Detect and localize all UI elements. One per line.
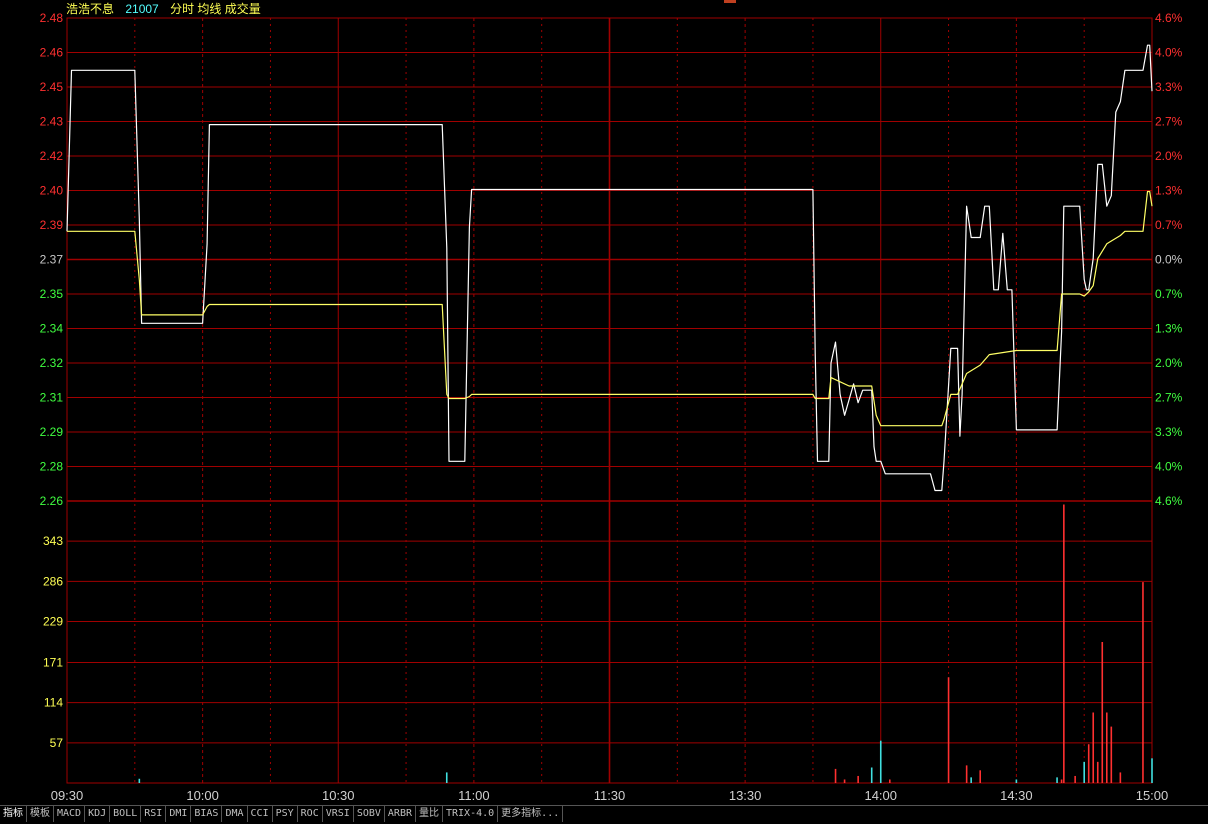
price-tick-label: 2.32 — [40, 356, 64, 370]
percent-tick-label: 1.3% — [1155, 184, 1183, 198]
percent-tick-label: 0.0% — [1155, 253, 1183, 267]
time-tick-label: 14:30 — [1000, 788, 1033, 803]
intraday-chart[interactable]: 2.48 4.6% 2.46 4.0% 2.45 3.3% 2.43 2.7% 2.42 2.0%… — [0, 0, 1208, 805]
price-tick-label: 2.42 — [40, 149, 64, 163]
indicator-tab[interactable]: DMA — [222, 806, 248, 822]
time-tick-label: 11:00 — [458, 788, 490, 803]
indicator-tab[interactable]: 模板 — [27, 806, 54, 822]
price-tick-label: 2.35 — [40, 287, 64, 301]
indicator-tab[interactable]: RSI — [141, 806, 167, 822]
volume-tick-label: 57 — [50, 736, 64, 750]
time-tick-label: 11:30 — [594, 788, 626, 803]
indicator-tab[interactable]: TRIX-4.0 — [443, 806, 499, 822]
indicator-tab[interactable]: CCI — [248, 806, 273, 822]
percent-tick-label: 4.6% — [1155, 494, 1183, 508]
percent-tick-label: 2.0% — [1155, 149, 1183, 163]
price-tick-label: 2.48 — [40, 11, 64, 25]
percent-tick-label: 4.6% — [1155, 11, 1183, 25]
percent-tick-label: 2.7% — [1155, 391, 1183, 405]
time-tick-label: 13:30 — [729, 788, 762, 803]
stock-name: 浩浩不息 — [66, 2, 115, 16]
window-resize-marker — [724, 0, 736, 3]
volume-tick-label: 229 — [43, 615, 63, 629]
percent-tick-label: 2.7% — [1155, 115, 1183, 129]
percent-tick-label: 4.0% — [1155, 46, 1183, 60]
indicator-tab[interactable]: MACD — [54, 806, 86, 822]
volume-tick-label: 343 — [43, 534, 63, 548]
indicator-tab[interactable]: 指标 — [0, 806, 27, 822]
time-tick-label: 14:00 — [864, 788, 897, 803]
indicator-tab[interactable]: 量比 — [416, 806, 443, 822]
percent-tick-label: 3.3% — [1155, 425, 1183, 439]
price-tick-label: 2.28 — [40, 460, 64, 474]
chart-header: 浩浩不息 21007 分时 均线 成交量 — [66, 1, 269, 17]
percent-tick-label: 2.0% — [1155, 356, 1183, 370]
price-tick-label: 2.46 — [40, 46, 64, 60]
indicator-tab[interactable]: 更多指标... — [498, 806, 564, 822]
time-tick-label: 15:00 — [1136, 788, 1169, 803]
indicator-tab[interactable]: ROC — [298, 806, 323, 822]
time-tick-label: 10:00 — [186, 788, 219, 803]
indicator-tab[interactable]: SOBV — [354, 806, 385, 822]
percent-tick-label: 0.7% — [1155, 287, 1183, 301]
indicator-tab[interactable]: DMI — [166, 806, 192, 822]
percent-tick-label: 3.3% — [1155, 80, 1183, 94]
percent-tick-label: 1.3% — [1155, 322, 1183, 336]
price-tick-label: 2.31 — [40, 391, 64, 405]
volume-tick-label: 114 — [44, 696, 63, 710]
indicator-tab[interactable]: BOLL — [110, 806, 142, 822]
price-tick-label: 2.29 — [40, 425, 64, 439]
price-tick-label: 2.37 — [40, 253, 64, 267]
indicator-tab[interactable]: VRSI — [323, 806, 354, 822]
price-tick-label: 2.40 — [40, 184, 64, 198]
indicator-tab[interactable]: KDJ — [85, 806, 111, 822]
price-tick-label: 2.26 — [40, 494, 64, 508]
indicator-tab[interactable]: ARBR — [385, 806, 416, 822]
percent-tick-label: 0.7% — [1155, 218, 1183, 232]
indicator-tab[interactable]: BIAS — [191, 806, 223, 822]
price-tick-label: 2.45 — [40, 80, 64, 94]
price-tick-label: 2.34 — [40, 322, 64, 336]
indicator-tab[interactable]: PSY — [273, 806, 298, 822]
stock-code: 21007 — [125, 2, 159, 16]
volume-tick-label: 286 — [43, 574, 63, 588]
indicator-tab-bar: 指标 模板 MACD KDJ BOLL RSI DMI BIAS DMA CCI PSY ROC VRS… — [0, 805, 1208, 824]
percent-tick-label: 4.0% — [1155, 460, 1183, 474]
time-tick-label: 10:30 — [322, 788, 355, 803]
price-tick-label: 2.39 — [40, 218, 64, 232]
indicator-legend: 分时 均线 成交量 — [170, 2, 261, 16]
volume-tick-label: 171 — [43, 655, 63, 669]
price-tick-label: 2.43 — [40, 115, 64, 129]
time-tick-label: 09:30 — [51, 788, 84, 803]
